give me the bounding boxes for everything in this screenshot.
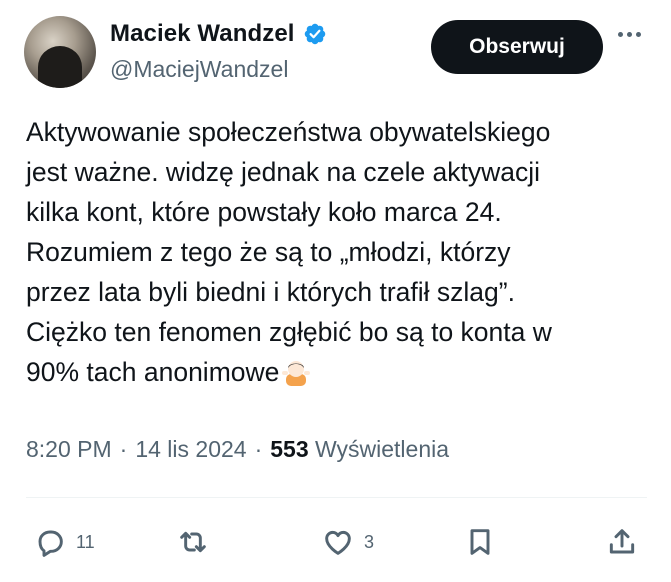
- tweet-date[interactable]: 14 lis 2024: [135, 436, 246, 463]
- author-name-row: Maciek Wandzel: [110, 20, 327, 48]
- tweet-meta: 8:20 PM · 14 lis 2024 · 553 Wyświetlenia: [26, 436, 449, 463]
- views-label: Wyświetlenia: [315, 436, 450, 462]
- follow-button[interactable]: Obserwuj: [431, 20, 603, 74]
- views-count: 553: [270, 436, 309, 462]
- retweet-button[interactable]: [177, 518, 219, 566]
- divider: [26, 497, 647, 498]
- action-bar: 11 3: [0, 518, 671, 566]
- like-button[interactable]: 3: [322, 518, 374, 566]
- person-shrugging-emoji: [281, 357, 311, 398]
- heart-icon: [325, 530, 351, 555]
- tweet-text: Aktywowanie społeczeństwa obywatelskiego…: [26, 112, 646, 398]
- author-display-name[interactable]: Maciek Wandzel: [110, 20, 295, 48]
- like-count: 3: [364, 531, 375, 552]
- reply-count: 11: [76, 531, 95, 552]
- share-icon: [609, 529, 635, 554]
- more-options-icon[interactable]: [618, 32, 641, 37]
- tweet-body: Aktywowanie społeczeństwa obywatelskiego…: [26, 117, 552, 387]
- tweet-time[interactable]: 8:20 PM: [26, 436, 112, 463]
- retweet-icon: [180, 531, 206, 553]
- author-handle[interactable]: @MaciejWandzel: [110, 56, 288, 83]
- avatar[interactable]: [24, 16, 96, 88]
- share-button[interactable]: [606, 518, 638, 566]
- meta-separator: ·: [254, 436, 263, 462]
- bookmark-icon: [470, 529, 490, 555]
- bookmark-button[interactable]: [464, 518, 496, 566]
- reply-button[interactable]: 11: [34, 518, 95, 566]
- verified-badge-icon: [304, 23, 325, 45]
- reply-icon: [38, 530, 63, 557]
- meta-separator: ·: [119, 436, 128, 462]
